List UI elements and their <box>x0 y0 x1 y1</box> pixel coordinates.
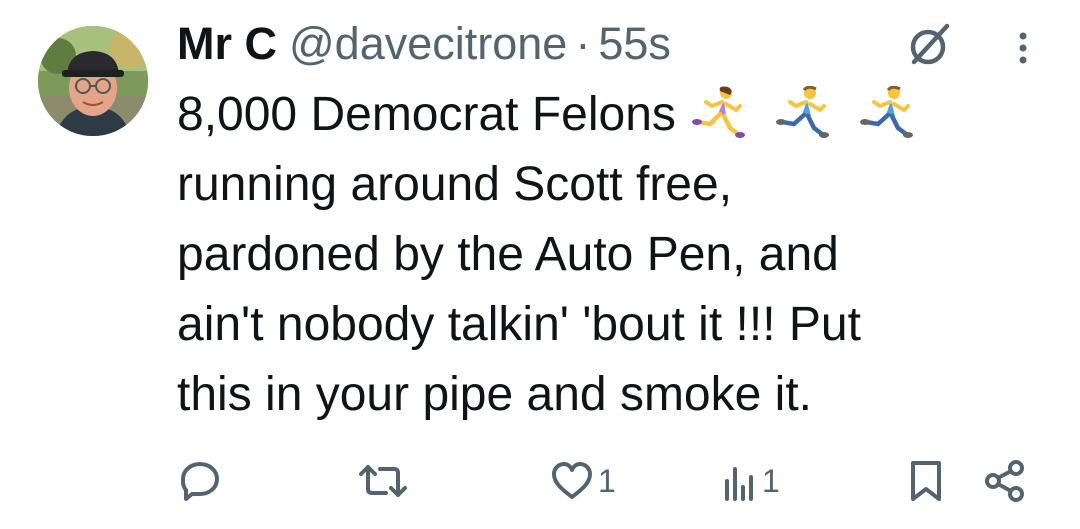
share-button[interactable] <box>982 454 1028 508</box>
heart-icon <box>550 459 594 503</box>
retweet-button[interactable] <box>358 454 412 508</box>
tweet[interactable]: Mr C @davecitrone · 55s 8,000 Democrat F… <box>0 0 1080 529</box>
share-icon <box>982 459 1028 503</box>
display-name[interactable]: Mr C <box>177 18 277 70</box>
tweet-text-line1: 8,000 Democrat Felons <box>177 88 676 141</box>
man-running-emoji-icon <box>858 85 920 138</box>
views-icon <box>722 459 758 503</box>
retweet-icon <box>358 459 408 503</box>
avatar-photo <box>38 26 148 136</box>
woman-running-emoji-icon <box>690 86 752 138</box>
tweet-text: 8,000 Democrat Felons running around Sco… <box>177 80 1067 430</box>
timestamp[interactable]: 55s <box>598 18 671 70</box>
man-running-emoji-icon <box>774 85 836 138</box>
views-count: 1 <box>762 462 780 499</box>
action-bar: 1 1 <box>0 454 1080 508</box>
separator-dot: · <box>575 18 591 69</box>
bookmark-icon <box>908 459 944 503</box>
like-button[interactable]: 1 <box>550 454 616 508</box>
bookmark-button[interactable] <box>908 454 944 508</box>
views-button[interactable]: 1 <box>722 454 780 508</box>
grok-icon[interactable] <box>905 20 955 70</box>
user-handle[interactable]: @davecitrone <box>289 18 567 70</box>
tweet-text-rest: running around Scott free, pardoned by t… <box>177 158 861 421</box>
tweet-header: Mr C @davecitrone · 55s <box>177 12 671 76</box>
reply-icon <box>178 459 222 503</box>
more-icon[interactable] <box>1008 28 1038 68</box>
avatar[interactable] <box>38 26 148 136</box>
like-count: 1 <box>598 462 616 499</box>
runner-emoji-group <box>690 85 920 138</box>
reply-button[interactable] <box>178 454 226 508</box>
